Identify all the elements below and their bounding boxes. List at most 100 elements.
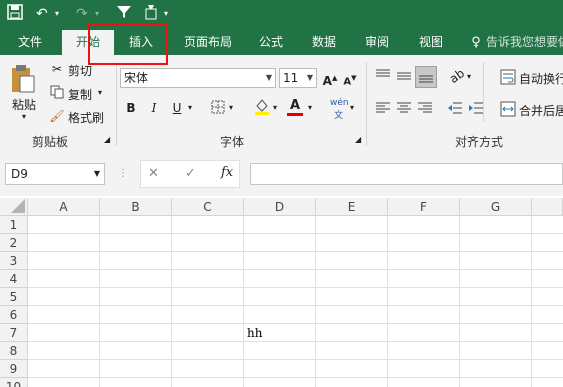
underline-dropdown-icon[interactable]: ▾ xyxy=(188,103,192,112)
font-name-combo[interactable]: 宋体 ▼ xyxy=(120,68,276,88)
chevron-down-icon: ▼ xyxy=(306,73,313,82)
name-box[interactable]: D9 ▼ xyxy=(5,163,105,185)
formula-bar-grip-icon: ⋮ xyxy=(118,168,128,179)
font-size-combo[interactable]: 11 ▼ xyxy=(279,68,317,88)
grid-line xyxy=(28,251,563,252)
grid-line xyxy=(99,216,100,387)
grid-line xyxy=(531,216,532,387)
tab-page-layout[interactable]: 页面布局 xyxy=(176,30,240,55)
column-header[interactable]: C xyxy=(172,198,244,216)
borders-icon[interactable] xyxy=(210,100,226,116)
column-header[interactable] xyxy=(532,198,563,216)
format-painter-button[interactable]: 格式刷 xyxy=(68,109,104,126)
tab-view[interactable]: 视图 xyxy=(410,30,452,55)
row-header[interactable]: 9 xyxy=(0,360,28,378)
grid-line xyxy=(28,323,563,324)
row-header[interactable]: 1 xyxy=(0,216,28,234)
lightbulb-icon: ♀ xyxy=(471,35,481,50)
paste-button[interactable]: 粘贴 xyxy=(12,96,36,113)
font-color-icon[interactable]: A xyxy=(287,98,303,116)
underline-button[interactable]: U xyxy=(169,100,185,116)
tab-review[interactable]: 审阅 xyxy=(356,30,398,55)
copy-button[interactable]: 复制 xyxy=(68,86,92,103)
tab-data[interactable]: 数据 xyxy=(303,30,345,55)
grid-line xyxy=(28,287,563,288)
font-size-value: 11 xyxy=(283,71,299,85)
row-header[interactable]: 7 xyxy=(0,324,28,342)
undo-icon[interactable]: ↶ xyxy=(36,4,48,24)
formula-input[interactable] xyxy=(250,163,563,185)
paste-dropdown-icon[interactable]: ▾ xyxy=(22,112,26,121)
shrink-font-icon[interactable]: A▼ xyxy=(342,70,358,87)
grid-line xyxy=(28,341,563,342)
column-header[interactable]: F xyxy=(388,198,460,216)
redo-icon[interactable]: ↷ xyxy=(76,4,88,24)
phonetic-glyph: 文 xyxy=(334,111,344,121)
increase-indent-icon[interactable] xyxy=(468,101,484,118)
grow-font-icon[interactable]: A▲ xyxy=(322,70,338,88)
align-top-icon[interactable] xyxy=(375,68,391,87)
column-header[interactable]: B xyxy=(100,198,172,216)
row-header[interactable]: 6 xyxy=(0,306,28,324)
wrap-text-button[interactable]: 自动换行 xyxy=(519,70,563,87)
copy-dropdown-icon[interactable]: ▾ xyxy=(98,88,102,97)
align-bottom-icon[interactable] xyxy=(415,66,437,88)
highlight-box xyxy=(88,23,168,65)
paste-icon[interactable] xyxy=(10,64,36,97)
fill-color-dropdown-icon[interactable]: ▾ xyxy=(273,103,277,112)
merge-center-button[interactable]: 合并后居 xyxy=(519,102,563,119)
redo-dropdown-icon[interactable]: ▾ xyxy=(95,4,99,24)
save-icon[interactable] xyxy=(7,4,23,26)
ribbon-tabs: 文件 开始 插入 页面布局 公式 数据 审阅 视图 ♀ 告诉我您想要做 xyxy=(0,30,563,55)
insert-function-icon[interactable]: fx xyxy=(221,165,233,180)
wrap-text-icon[interactable] xyxy=(500,69,516,88)
align-middle-icon[interactable] xyxy=(396,68,412,87)
group-separator xyxy=(366,62,367,146)
grid-line xyxy=(28,269,563,270)
undo-dropdown-icon[interactable]: ▾ xyxy=(55,4,59,24)
row-header[interactable]: 2 xyxy=(0,234,28,252)
row-header[interactable]: 8 xyxy=(0,342,28,360)
tab-formulas[interactable]: 公式 xyxy=(250,30,292,55)
name-box-value: D9 xyxy=(11,167,28,181)
font-color-dropdown-icon[interactable]: ▾ xyxy=(308,103,312,112)
row-header[interactable]: 4 xyxy=(0,270,28,288)
clipboard-group-label: 剪贴板 xyxy=(32,135,69,149)
cancel-icon[interactable]: ✕ xyxy=(148,166,159,181)
format-painter-icon[interactable]: 🖌 xyxy=(49,108,65,124)
orientation-dropdown-icon[interactable]: ▾ xyxy=(467,72,471,81)
clipboard-launcher-icon[interactable]: ◢ xyxy=(104,135,110,144)
cell-d7[interactable]: hh xyxy=(247,324,262,342)
align-center-icon[interactable] xyxy=(396,101,412,118)
bold-button[interactable]: B xyxy=(123,100,139,116)
align-left-icon[interactable] xyxy=(375,101,391,118)
row-header[interactable]: 10 xyxy=(0,378,28,387)
decrease-indent-icon[interactable] xyxy=(447,101,463,118)
row-header[interactable]: 3 xyxy=(0,252,28,270)
grid-line xyxy=(171,216,172,387)
chevron-down-icon[interactable]: ▼ xyxy=(94,164,100,184)
column-header[interactable]: D xyxy=(244,198,316,216)
column-header[interactable]: G xyxy=(460,198,532,216)
enter-icon[interactable]: ✓ xyxy=(185,166,196,181)
fill-color-icon[interactable] xyxy=(254,98,270,115)
customize-qat-icon[interactable]: ▾ xyxy=(164,4,168,24)
grid-line xyxy=(28,233,563,234)
grid-line xyxy=(28,377,563,378)
italic-button[interactable]: I xyxy=(146,100,162,116)
merge-center-icon[interactable] xyxy=(500,101,516,120)
column-header[interactable]: E xyxy=(316,198,388,216)
tell-me-search[interactable]: 告诉我您想要做 xyxy=(486,30,563,55)
grid-line xyxy=(315,216,316,387)
phonetic-dropdown-icon[interactable]: ▾ xyxy=(350,103,354,112)
column-header[interactable]: A xyxy=(28,198,100,216)
borders-dropdown-icon[interactable]: ▾ xyxy=(229,103,233,112)
font-launcher-icon[interactable]: ◢ xyxy=(355,135,361,144)
phonetic-guide-icon[interactable]: wén xyxy=(330,98,349,108)
copy-icon[interactable] xyxy=(49,85,65,101)
align-right-icon[interactable] xyxy=(417,101,433,118)
scissors-icon[interactable]: ✂ xyxy=(49,61,65,77)
row-header[interactable]: 5 xyxy=(0,288,28,306)
select-all-corner[interactable] xyxy=(0,198,28,216)
tab-file[interactable]: 文件 xyxy=(8,30,52,55)
